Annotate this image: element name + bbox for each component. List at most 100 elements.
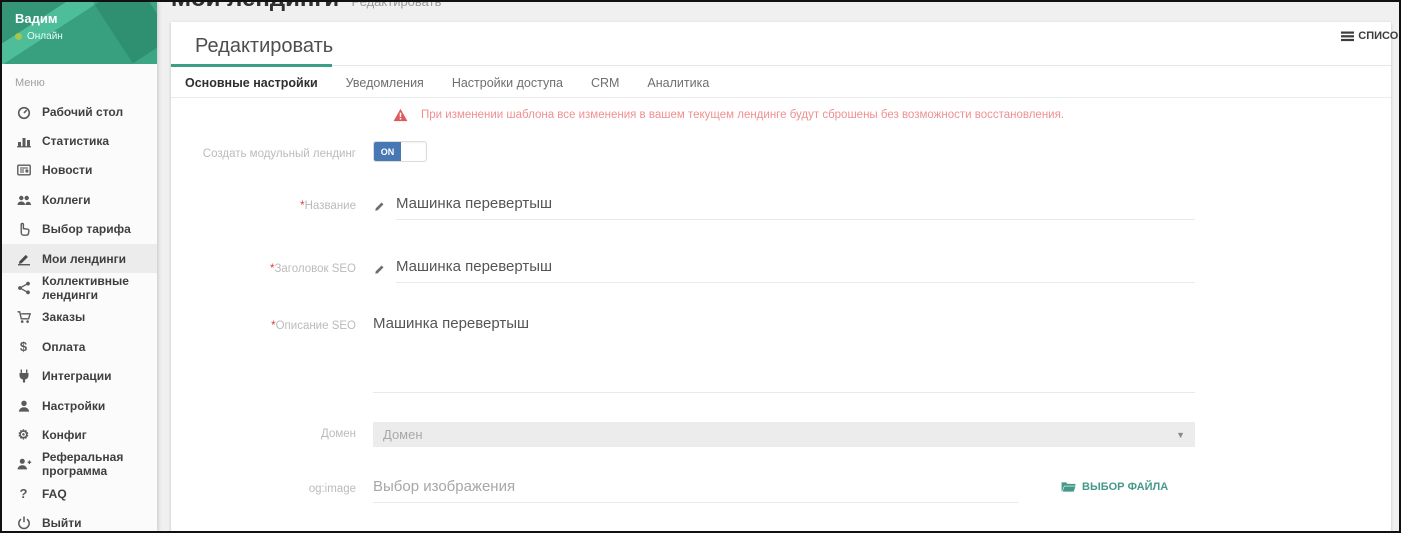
sidebar-item-dashboard[interactable]: Рабочий стол bbox=[2, 97, 157, 126]
sidebar-item-label: FAQ bbox=[42, 487, 67, 501]
menu-section-label: Меню bbox=[15, 77, 144, 89]
sidebar-item-my-landings[interactable]: Мои лендинги bbox=[2, 244, 157, 273]
seo-description-row: *Описание SEO Машинка перевертыш bbox=[171, 313, 1391, 393]
module-landing-toggle[interactable]: ON bbox=[373, 141, 427, 162]
sidebar-item-integrations[interactable]: Интеграции bbox=[2, 362, 157, 391]
sidebar-item-collective-landings[interactable]: Коллективные лендинги bbox=[2, 273, 157, 302]
page-title-text: Мои лендинги bbox=[171, 0, 339, 12]
bar-chart-icon bbox=[15, 133, 32, 149]
seo-title-row: *Заголовок SEO bbox=[171, 256, 1391, 283]
user-icon bbox=[15, 398, 32, 414]
domain-row: Домен Домен ▼ bbox=[171, 422, 1391, 447]
sidebar-item-tariff[interactable]: Выбор тарифа bbox=[2, 215, 157, 244]
name-row: *Название bbox=[171, 193, 1391, 220]
toggle-on-segment: ON bbox=[374, 142, 401, 161]
chevron-down-icon: ▼ bbox=[1176, 430, 1185, 440]
seo-title-label: *Заголовок SEO bbox=[171, 256, 373, 277]
tab-notifications[interactable]: Уведомления bbox=[332, 67, 438, 97]
sidebar-item-label: Коллеги bbox=[42, 193, 91, 207]
list-button[interactable]: список bbox=[1341, 30, 1401, 42]
app-window: Вадим Онлайн Меню Рабочий стол Статистик… bbox=[0, 0, 1401, 533]
sidebar-item-label: Заказы bbox=[42, 310, 85, 324]
og-image-row: og:image ВЫБОР ФАЙЛА bbox=[171, 476, 1391, 503]
sidebar-item-settings[interactable]: Настройки bbox=[2, 391, 157, 420]
warning-text: При изменении шаблона все изменения в ва… bbox=[421, 109, 1064, 121]
dollar-icon: $ bbox=[15, 339, 32, 354]
choose-file-label: ВЫБОР ФАЙЛА bbox=[1082, 481, 1168, 493]
name-input[interactable] bbox=[396, 193, 1195, 220]
cart-icon bbox=[15, 309, 32, 325]
seo-description-textarea[interactable]: Машинка перевертыш bbox=[373, 313, 1195, 393]
tab-analytics[interactable]: Аналитика bbox=[633, 67, 723, 97]
choose-file-button[interactable]: ВЫБОР ФАЙЛА bbox=[1061, 481, 1168, 493]
hand-pointer-icon bbox=[15, 221, 32, 237]
sidebar-user-panel: Вадим Онлайн bbox=[2, 2, 157, 64]
share-icon bbox=[15, 280, 32, 296]
warning-icon bbox=[393, 108, 408, 122]
cogs-icon: ⚙ bbox=[15, 427, 32, 443]
sidebar-item-label: Конфиг bbox=[42, 428, 87, 442]
tab-bar: Основные настройки Уведомления Настройки… bbox=[171, 64, 1391, 98]
sidebar-item-label: Коллективные лендинги bbox=[42, 274, 144, 302]
domain-select-placeholder: Домен bbox=[383, 427, 423, 442]
domain-label: Домен bbox=[171, 422, 373, 442]
page-subtitle-text: Редактировать bbox=[352, 0, 442, 9]
page-title: Мои лендинги Редактировать bbox=[171, 0, 441, 13]
tab-access-settings[interactable]: Настройки доступа bbox=[438, 67, 577, 97]
edit-pencil-icon bbox=[373, 199, 387, 213]
question-icon: ? bbox=[15, 486, 32, 501]
edit-pencil-icon bbox=[373, 262, 387, 276]
seo-title-label-text: Заголовок SEO bbox=[274, 263, 356, 275]
sidebar-item-colleagues[interactable]: Коллеги bbox=[2, 185, 157, 214]
online-status-icon bbox=[15, 33, 22, 40]
list-button-label: список bbox=[1358, 30, 1401, 42]
seo-title-input[interactable] bbox=[396, 256, 1195, 283]
sidebar-item-label: Рабочий стол bbox=[42, 105, 123, 119]
sidebar-item-label: Новости bbox=[42, 163, 92, 177]
tab-content: При изменении шаблона все изменения в ва… bbox=[171, 99, 1391, 533]
warning-banner: При изменении шаблона все изменения в ва… bbox=[393, 108, 1391, 122]
name-label-text: Название bbox=[305, 200, 356, 212]
list-icon bbox=[1341, 31, 1354, 42]
power-icon bbox=[15, 515, 32, 531]
og-image-input[interactable] bbox=[373, 476, 1018, 503]
edit-card: Редактировать список Основные настройки … bbox=[171, 22, 1391, 533]
sidebar-item-statistics[interactable]: Статистика bbox=[2, 126, 157, 155]
tab-main-settings[interactable]: Основные настройки bbox=[171, 67, 332, 97]
sidebar-item-label: Выйти bbox=[42, 516, 82, 530]
name-label: *Название bbox=[171, 193, 373, 214]
module-landing-label: Создать модульный лендинг bbox=[171, 141, 373, 162]
sidebar: Вадим Онлайн Меню Рабочий стол Статистик… bbox=[2, 2, 157, 531]
seo-description-label: *Описание SEO bbox=[171, 313, 373, 334]
domain-select[interactable]: Домен ▼ bbox=[373, 422, 1195, 447]
sidebar-item-label: Оплата bbox=[42, 340, 85, 354]
og-image-label: og:image bbox=[171, 476, 373, 497]
tab-crm[interactable]: CRM bbox=[577, 67, 633, 97]
card-title: Редактировать bbox=[195, 35, 333, 58]
pencil-icon bbox=[15, 251, 32, 267]
dashboard-icon bbox=[15, 104, 32, 120]
sidebar-item-label: Выбор тарифа bbox=[42, 222, 131, 236]
seo-description-label-text: Описание SEO bbox=[276, 320, 356, 332]
user-status-label: Онлайн bbox=[27, 31, 63, 42]
sidebar-item-referral[interactable]: Реферальная программа bbox=[2, 450, 157, 479]
sidebar-item-config[interactable]: ⚙ Конфиг bbox=[2, 420, 157, 449]
folder-icon bbox=[1061, 481, 1076, 493]
sidebar-item-faq[interactable]: ? FAQ bbox=[2, 479, 157, 508]
users-icon bbox=[15, 192, 32, 208]
sidebar-item-logout[interactable]: Выйти bbox=[2, 508, 157, 533]
sidebar-item-orders[interactable]: Заказы bbox=[2, 303, 157, 332]
sidebar-item-label: Статистика bbox=[42, 134, 109, 148]
module-landing-row: Создать модульный лендинг ON bbox=[171, 141, 1391, 162]
user-name: Вадим bbox=[15, 11, 57, 26]
user-status: Онлайн bbox=[15, 31, 63, 42]
sidebar-item-label: Интеграции bbox=[42, 369, 112, 383]
sidebar-item-label: Настройки bbox=[42, 399, 105, 413]
sidebar-item-label: Мои лендинги bbox=[42, 252, 126, 266]
newspaper-icon bbox=[15, 162, 32, 178]
sidebar-item-payment[interactable]: $ Оплата bbox=[2, 332, 157, 361]
user-plus-icon bbox=[15, 456, 32, 472]
plug-icon bbox=[15, 368, 32, 384]
sidebar-item-label: Реферальная программа bbox=[42, 450, 144, 478]
sidebar-item-news[interactable]: Новости bbox=[2, 156, 157, 185]
